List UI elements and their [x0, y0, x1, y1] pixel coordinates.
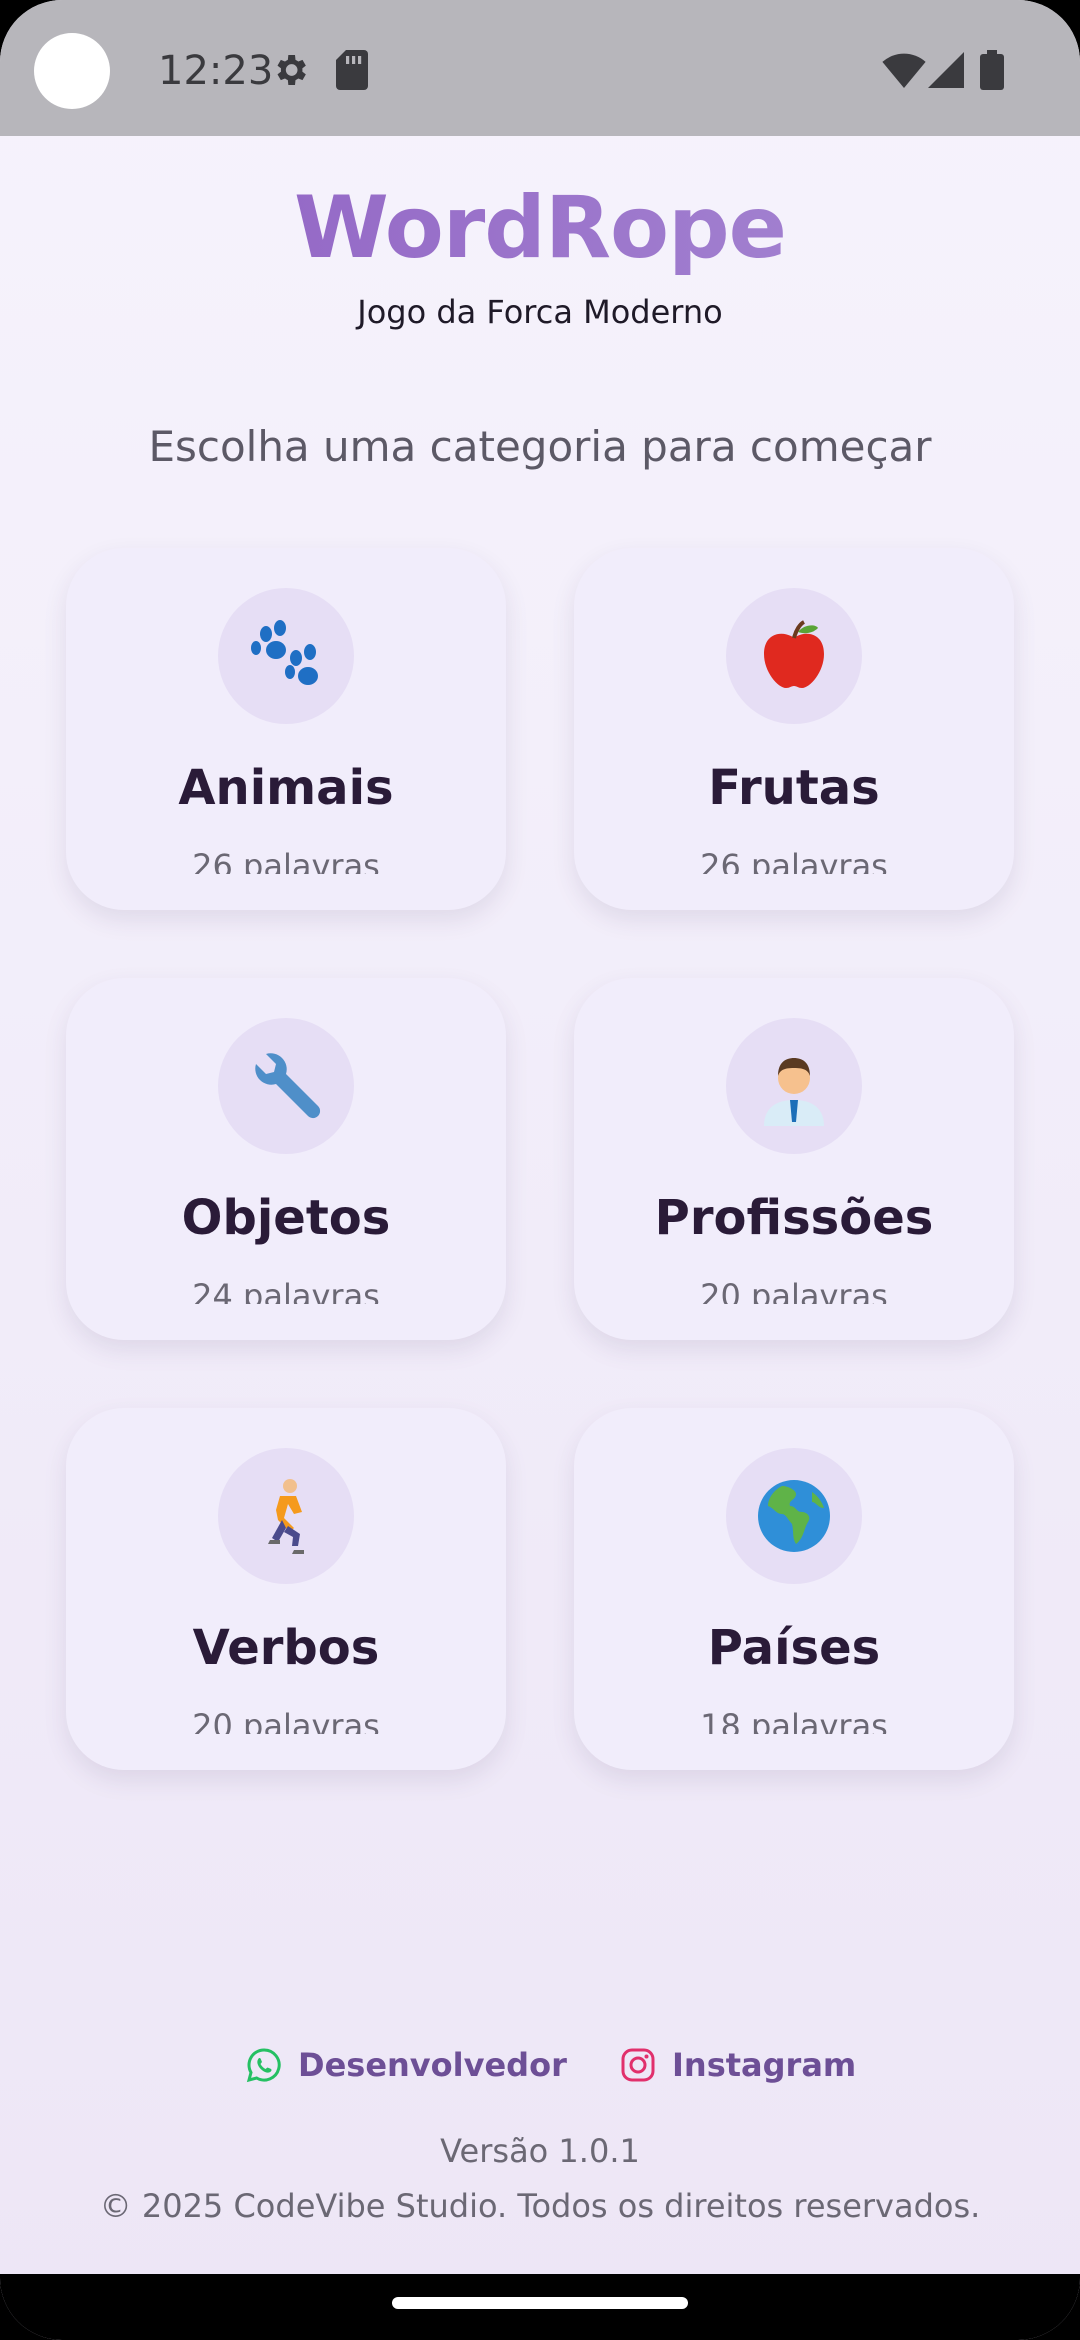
app-subtitle: Jogo da Forca Moderno — [357, 293, 723, 331]
category-title: Objetos — [181, 1190, 391, 1246]
instagram-icon — [621, 2048, 655, 2082]
signal-icon — [928, 52, 964, 93]
category-icon-circle — [726, 1018, 862, 1154]
category-card-objetos[interactable]: Objetos 24 palavras — [66, 978, 506, 1340]
app-version: Versão 1.0.1 — [440, 2132, 640, 2170]
category-word-count: 18 palavras — [700, 1707, 888, 1734]
app-title: WordRope — [0, 178, 1080, 278]
category-word-count: 24 palavras — [192, 1277, 380, 1304]
category-icon-circle — [726, 1448, 862, 1584]
sd-card-icon — [336, 50, 368, 95]
category-card-frutas[interactable]: Frutas 26 palavras — [574, 548, 1014, 910]
category-card-animais[interactable]: Animais 26 palavras — [66, 548, 506, 910]
category-card-paises[interactable]: Países 18 palavras — [574, 1408, 1014, 1770]
whatsapp-icon — [246, 2048, 281, 2083]
copyright-text: © 2025 CodeVibe Studio. Todos os direito… — [99, 2187, 981, 2225]
app-screen: 12:23 WordRope Jogo da Forca Moderno Esc… — [0, 0, 1080, 2340]
category-word-count: 26 palavras — [700, 847, 888, 874]
category-icon-circle — [218, 588, 354, 724]
category-title: Verbos — [192, 1620, 380, 1676]
office-worker-icon — [764, 1058, 824, 1126]
status-bar: 12:23 — [0, 0, 1080, 136]
category-card-verbos[interactable]: Verbos 20 palavras — [66, 1408, 506, 1770]
wrench-icon — [255, 1053, 321, 1119]
status-time: 12:23 — [158, 48, 274, 94]
globe-icon — [758, 1480, 830, 1552]
category-prompt: Escolha uma categoria para começar — [148, 422, 932, 471]
category-card-profissoes[interactable]: Profissões 20 palavras — [574, 978, 1014, 1340]
home-gesture-handle[interactable] — [392, 2297, 688, 2309]
category-word-count: 20 palavras — [192, 1707, 380, 1734]
category-title: Animais — [178, 760, 394, 816]
category-title: Países — [707, 1620, 881, 1676]
wifi-icon — [882, 52, 926, 93]
camera-cutout — [34, 33, 110, 109]
battery-icon — [980, 50, 1004, 95]
runner-icon — [268, 1479, 304, 1554]
category-word-count: 20 palavras — [700, 1277, 888, 1304]
paw-icon — [251, 620, 318, 685]
category-title: Frutas — [708, 760, 880, 816]
category-icon-circle — [218, 1448, 354, 1584]
instagram-link[interactable]: Instagram — [620, 2043, 856, 2087]
category-word-count: 26 palavras — [192, 847, 380, 874]
instagram-link-label: Instagram — [672, 2046, 857, 2084]
category-title: Profissões — [654, 1190, 934, 1246]
apple-icon — [764, 620, 824, 688]
category-icon-circle — [726, 588, 862, 724]
developer-link-label: Desenvolvedor — [298, 2046, 567, 2084]
settings-icon — [270, 50, 310, 95]
category-icon-circle — [218, 1018, 354, 1154]
developer-link[interactable]: Desenvolvedor — [246, 2043, 567, 2087]
